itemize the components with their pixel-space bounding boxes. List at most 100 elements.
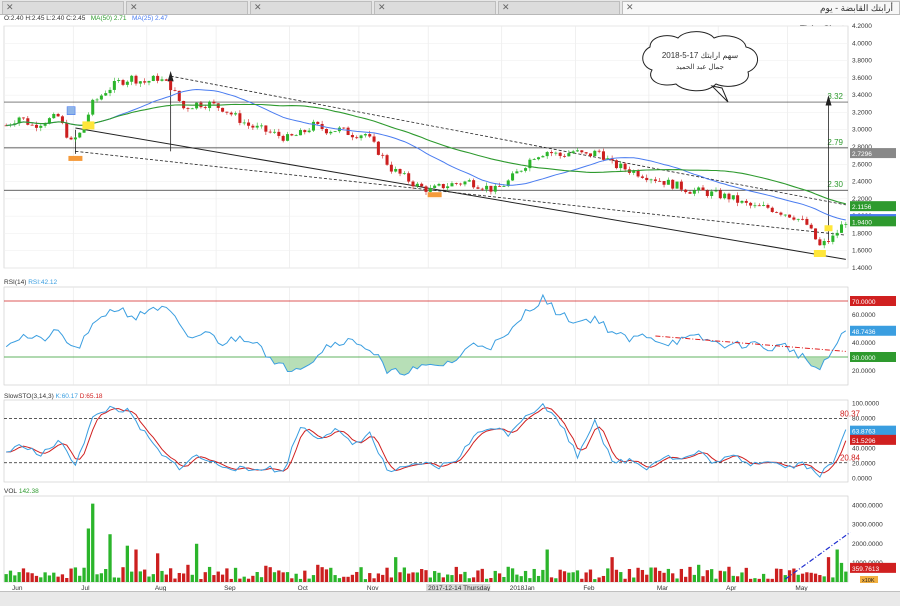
candle-body (13, 123, 17, 125)
candle-body (528, 159, 532, 169)
volume-bar (740, 572, 744, 582)
candle-body (199, 102, 203, 108)
volume-bar (389, 577, 394, 582)
volume-bar (372, 578, 376, 582)
volume-bar (688, 566, 692, 582)
tab-5[interactable]: ✕ (498, 1, 620, 14)
price-tick-label: 1.6000 (852, 248, 872, 255)
volume-bar (822, 576, 826, 582)
volume-bar (502, 576, 506, 582)
candle-body (558, 152, 562, 156)
close-icon[interactable]: ✕ (626, 2, 634, 13)
volume-tick-label: 1000.0000 (852, 560, 883, 567)
candle-body (515, 171, 519, 174)
volume-bar (359, 567, 363, 582)
volume-bar (82, 567, 86, 582)
volume-bar (510, 568, 515, 582)
candle-body (454, 183, 458, 184)
candle-body (86, 114, 90, 125)
volume-bar (441, 577, 445, 582)
tab-3[interactable]: ✕ (250, 1, 372, 14)
close-icon[interactable]: ✕ (130, 2, 138, 13)
volume-bar (484, 578, 489, 582)
candle-body (117, 80, 121, 82)
candle-body (138, 81, 142, 84)
tab-active[interactable]: ✕ أرابتك القابضة - يوم (622, 1, 900, 14)
price-tick-label: 3.2000 (852, 109, 872, 116)
candle-body (177, 90, 181, 101)
volume-bar (160, 570, 164, 582)
volume-bar (450, 575, 454, 582)
stoch-k-badge-text: 63.8763 (852, 429, 876, 436)
volume-bar (541, 569, 545, 582)
candle-body (666, 179, 670, 185)
candle-body (281, 135, 285, 141)
price-tick-label: 2.6000 (852, 161, 872, 168)
price-axis-marker-text: 2.7296 (852, 151, 872, 158)
candle-body (472, 180, 476, 188)
volume-bar (567, 572, 571, 582)
volume-bar (523, 570, 528, 582)
candle-body (324, 128, 328, 134)
volume-bar (277, 570, 281, 582)
volume-bar (272, 572, 277, 582)
volume-bar (549, 577, 554, 582)
rsi-trendline (655, 335, 846, 352)
volume-bar (199, 579, 203, 582)
tab-bar: ✕ ✕ ✕ ✕ ✕ ✕ أرابتك القابضة - يوم (0, 0, 900, 15)
candle-body (762, 205, 766, 206)
rsi-pane (3, 286, 849, 386)
volume-bar (86, 528, 91, 582)
candle-body (597, 150, 601, 152)
candle-body (502, 186, 506, 187)
volume-bar (281, 572, 285, 582)
candle-body (749, 202, 753, 206)
candle-body (562, 155, 567, 157)
candle-body (835, 232, 839, 236)
candle-body (446, 186, 450, 189)
volume-bar (800, 573, 805, 582)
tab-2[interactable]: ✕ (126, 1, 248, 14)
stoch-pane (3, 399, 849, 483)
volume-bar (212, 575, 216, 582)
candle-body (705, 190, 709, 197)
candle-body (714, 190, 718, 192)
tab-1[interactable]: ✕ (2, 1, 124, 14)
bottom-scrollbar[interactable] (0, 591, 900, 606)
volume-unit-text: x10K (862, 578, 875, 584)
candle-body (130, 75, 134, 82)
volume-bar (454, 566, 458, 582)
volume-bar (753, 578, 757, 582)
candle-body (424, 186, 428, 192)
volume-bar (17, 572, 21, 582)
candle-body (82, 124, 86, 133)
candle-body (260, 125, 264, 127)
volume-bar (445, 574, 450, 582)
graphic-label[interactable]: رسوماتي (4, 27, 31, 35)
volume-bar (34, 575, 39, 582)
volume-bar (831, 577, 835, 582)
candle-body (91, 99, 95, 115)
stoch-k-line (6, 402, 847, 478)
close-icon[interactable]: ✕ (6, 2, 14, 13)
volume-bar (774, 568, 779, 582)
close-icon[interactable]: ✕ (502, 2, 510, 13)
volume-bar (99, 573, 104, 582)
candle-body (571, 151, 575, 154)
candle-body (619, 163, 623, 169)
volume-tick-label: 2000.0000 (852, 541, 883, 548)
candle-body (69, 137, 73, 140)
candle-body (580, 150, 584, 153)
candle-body (623, 163, 627, 170)
volume-bar (190, 574, 194, 582)
tab-4[interactable]: ✕ (374, 1, 496, 14)
volume-bar (78, 575, 82, 582)
volume-bar (26, 572, 30, 582)
volume-bar (268, 567, 272, 582)
candle-body (541, 156, 545, 158)
close-icon[interactable]: ✕ (378, 2, 386, 13)
volume-bar (723, 571, 727, 582)
close-icon[interactable]: ✕ (254, 2, 262, 13)
candle-body (26, 118, 30, 125)
volume-bar (627, 568, 632, 582)
